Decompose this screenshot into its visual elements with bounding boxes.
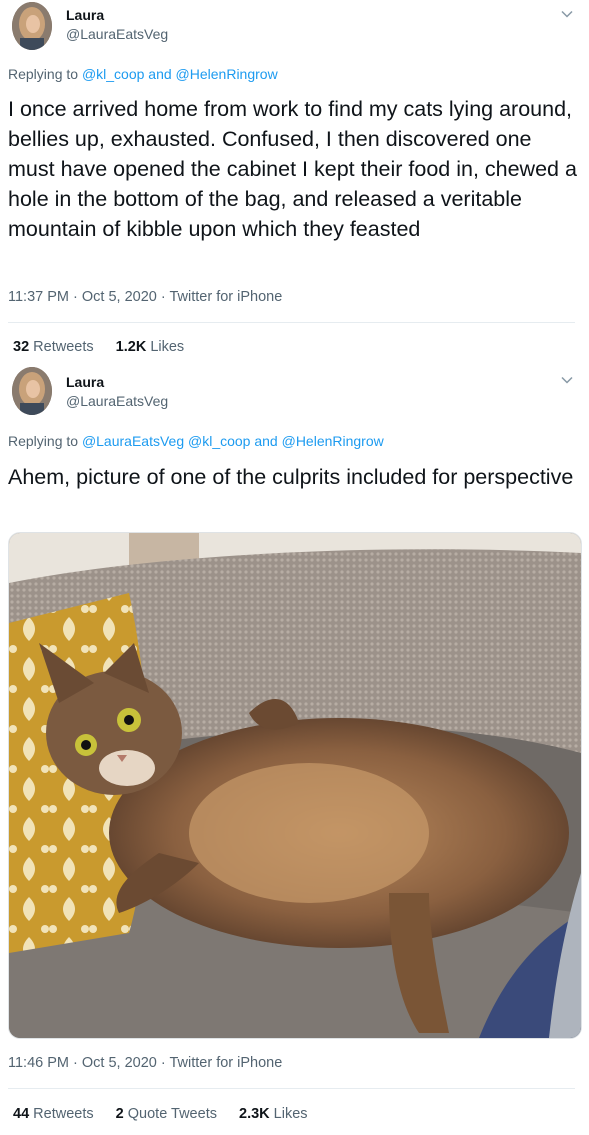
retweets-label: Retweets [33,1106,94,1122]
divider [8,1088,575,1089]
display-name[interactable]: Laura [66,374,104,390]
cat-photo-image [9,533,581,1038]
quote-tweets-count: 2 [115,1106,124,1122]
chevron-down-icon[interactable] [559,372,575,388]
tweet-timestamp[interactable]: 11:46 PM · Oct 5, 2020 · Twitter for iPh… [8,1055,282,1071]
retweets-stat[interactable]: 44 Retweets [13,1106,94,1122]
tweet-text: Ahem, picture of one of the culprits inc… [8,465,574,489]
likes-label: Likes [273,1106,308,1122]
username[interactable]: @LauraEatsVeg [66,393,168,409]
avatar[interactable] [12,367,52,415]
quote-tweets-stat[interactable]: 2 Quote Tweets [116,1106,217,1122]
tweet-photo[interactable] [8,532,582,1039]
retweets-count: 44 [13,1106,30,1122]
tweet-2: Laura @LauraEatsVeg Replying to @LauraEa… [0,0,589,1135]
replying-to-label: Replying to [8,433,79,449]
reply-mentions[interactable]: @LauraEatsVeg @kl_coop and @HelenRingrow [82,433,384,449]
likes-stat[interactable]: 2.3K Likes [239,1106,308,1122]
replying-to: Replying to @LauraEatsVeg @kl_coop and @… [8,433,384,449]
likes-count: 2.3K [239,1106,270,1122]
quote-tweets-label: Quote Tweets [127,1106,217,1122]
engagement-stats: 44 Retweets 2 Quote Tweets 2.3K Likes [13,1106,326,1122]
